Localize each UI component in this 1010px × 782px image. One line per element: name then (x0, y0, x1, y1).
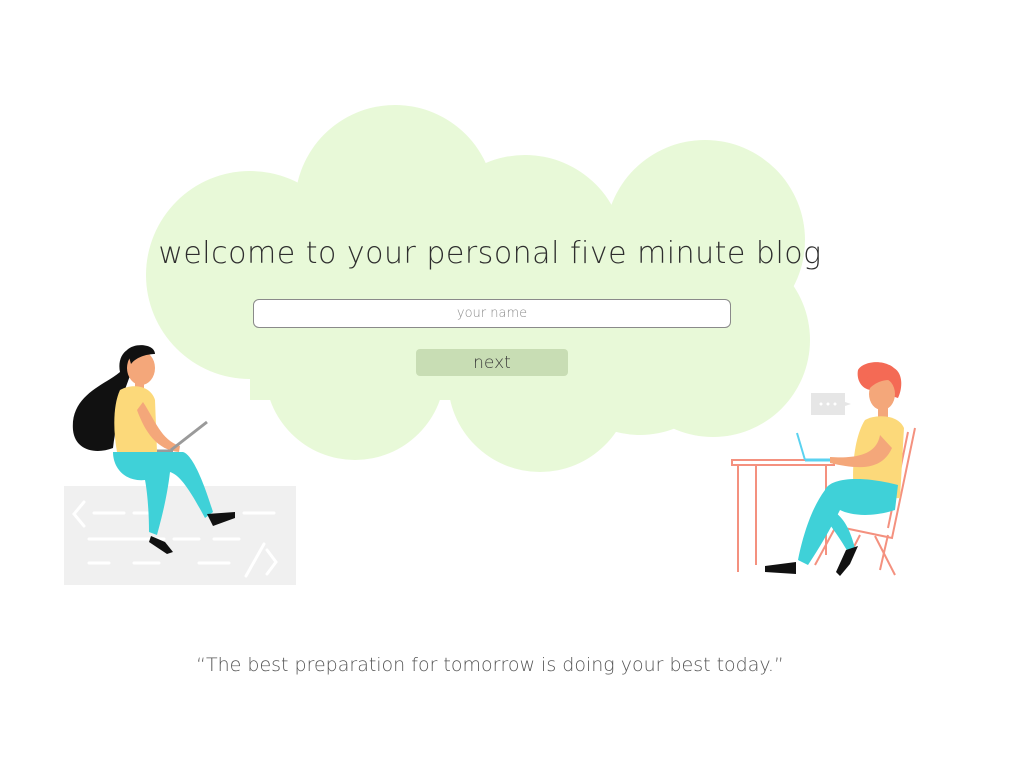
woman-laptop-illustration (72, 345, 235, 554)
next-button[interactable]: next (416, 349, 568, 376)
page-title: welcome to your personal five minute blo… (158, 236, 822, 271)
man-desk-illustration (731, 362, 916, 576)
name-input[interactable] (253, 299, 731, 328)
footer-quote: “The best preparation for tomorrow is do… (196, 654, 784, 676)
